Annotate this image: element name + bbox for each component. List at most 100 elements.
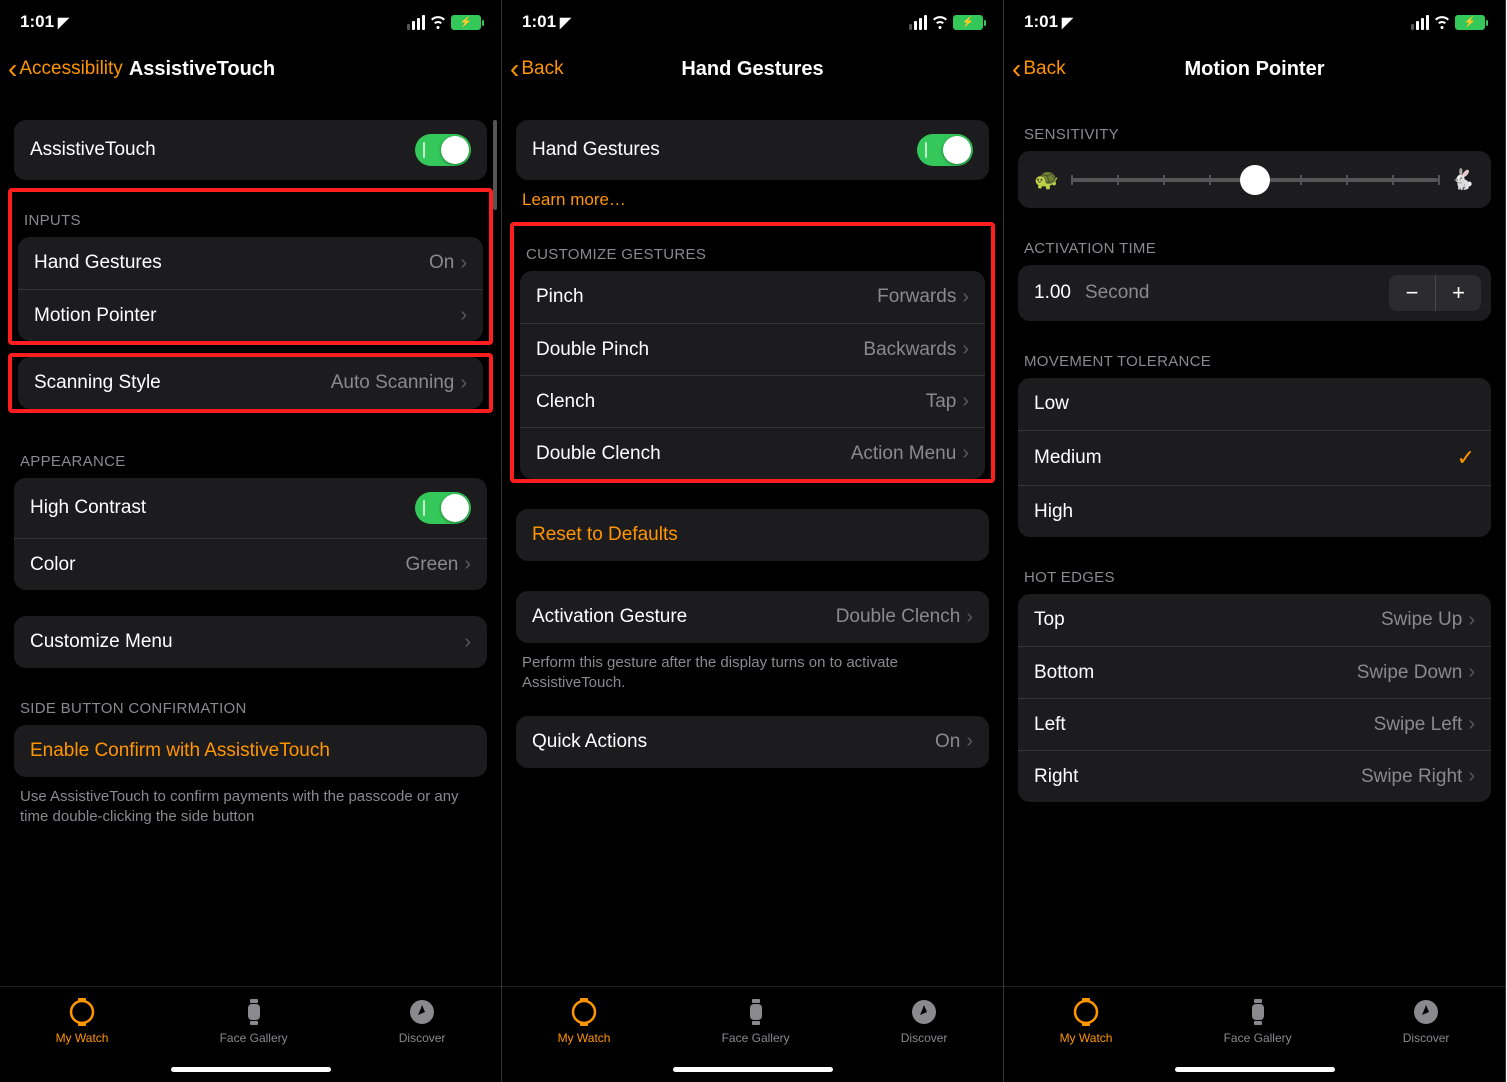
pinch-row[interactable]: Pinch Forwards› bbox=[520, 271, 985, 323]
page-title: AssistiveTouch bbox=[129, 58, 275, 81]
hand-gestures-row[interactable]: Hand Gestures On› bbox=[18, 237, 483, 289]
learn-more-link[interactable]: Learn more… bbox=[516, 180, 989, 214]
home-indicator[interactable] bbox=[673, 1067, 833, 1072]
screen-assistivetouch: 1:01 ◤ ⚡ ‹ Accessibility AssistiveTouch … bbox=[0, 0, 502, 1082]
compass-icon bbox=[909, 997, 939, 1027]
battery-icon: ⚡ bbox=[1455, 15, 1485, 30]
back-button[interactable]: ‹ Accessibility bbox=[8, 55, 123, 83]
chevron-right-icon: › bbox=[460, 304, 467, 327]
stepper-plus[interactable]: + bbox=[1435, 275, 1481, 311]
tolerance-low-row[interactable]: Low bbox=[1018, 378, 1491, 430]
tab-my-watch[interactable]: My Watch bbox=[56, 997, 109, 1045]
home-indicator[interactable] bbox=[171, 1067, 331, 1072]
scanning-style-row[interactable]: Scanning Style Auto Scanning› bbox=[18, 357, 483, 409]
back-button[interactable]: ‹ Back bbox=[510, 55, 564, 83]
tab-face-gallery[interactable]: Face Gallery bbox=[220, 997, 288, 1045]
tolerance-high-row[interactable]: High bbox=[1018, 485, 1491, 537]
tab-face-gallery[interactable]: Face Gallery bbox=[722, 997, 790, 1045]
customize-gestures-highlight-box: CUSTOMIZE GESTURES Pinch Forwards› Doubl… bbox=[510, 222, 995, 483]
slider-thumb[interactable] bbox=[1240, 165, 1270, 195]
tolerance-medium-row[interactable]: Medium ✓ bbox=[1018, 430, 1491, 485]
nav-bar: ‹ Back Hand Gestures bbox=[502, 44, 1003, 94]
tab-label: Face Gallery bbox=[1224, 1031, 1292, 1045]
watch-icon bbox=[569, 997, 599, 1027]
battery-icon: ⚡ bbox=[451, 15, 481, 30]
hot-edge-right-value: Swipe Right bbox=[1361, 766, 1462, 788]
double-clench-row[interactable]: Double Clench Action Menu› bbox=[520, 427, 985, 479]
double-clench-value: Action Menu bbox=[851, 443, 957, 465]
double-clench-label: Double Clench bbox=[536, 443, 661, 465]
chevron-right-icon: › bbox=[966, 730, 973, 753]
side-button-header: SIDE BUTTON CONFIRMATION bbox=[14, 668, 487, 725]
reset-defaults-row[interactable]: Reset to Defaults bbox=[516, 509, 989, 561]
toggle-on[interactable] bbox=[415, 492, 471, 524]
location-icon: ◤ bbox=[1062, 14, 1073, 31]
quick-actions-row[interactable]: Quick Actions On › bbox=[516, 716, 989, 768]
hot-edge-right-label: Right bbox=[1034, 766, 1078, 788]
chevron-right-icon: › bbox=[1468, 765, 1475, 788]
stepper-minus[interactable]: − bbox=[1389, 275, 1435, 311]
tortoise-icon: 🐢 bbox=[1034, 167, 1059, 192]
content-area: SENSITIVITY 🐢 🐇 ACTIVATIO bbox=[1004, 94, 1505, 986]
color-row[interactable]: Color Green› bbox=[14, 538, 487, 590]
reset-defaults-label: Reset to Defaults bbox=[532, 524, 678, 546]
chevron-right-icon: › bbox=[1468, 609, 1475, 632]
sensitivity-slider[interactable]: 🐢 🐇 bbox=[1018, 151, 1491, 208]
tolerance-low-label: Low bbox=[1034, 393, 1069, 415]
high-contrast-row[interactable]: High Contrast bbox=[14, 478, 487, 538]
chevron-left-icon: ‹ bbox=[1012, 55, 1021, 83]
inputs-header: INPUTS bbox=[18, 192, 483, 237]
hand-gestures-toggle-row[interactable]: Hand Gestures bbox=[516, 120, 989, 180]
tab-label: Discover bbox=[399, 1031, 446, 1045]
chevron-left-icon: ‹ bbox=[510, 55, 519, 83]
tab-discover[interactable]: Discover bbox=[901, 997, 948, 1045]
hot-edge-right-row[interactable]: Right Swipe Right › bbox=[1018, 750, 1491, 802]
cellular-icon bbox=[909, 15, 927, 30]
activation-gesture-row[interactable]: Activation Gesture Double Clench› bbox=[516, 591, 989, 643]
tab-my-watch[interactable]: My Watch bbox=[1060, 997, 1113, 1045]
screen-hand-gestures: 1:01 ◤ ⚡ ‹ Back Hand Gestures Hand Gestu… bbox=[502, 0, 1004, 1082]
battery-icon: ⚡ bbox=[953, 15, 983, 30]
toggle-on[interactable] bbox=[415, 134, 471, 166]
hare-icon: 🐇 bbox=[1450, 167, 1475, 192]
scroll-indicator bbox=[493, 120, 497, 210]
status-time: 1:01 bbox=[20, 12, 54, 32]
enable-confirm-row[interactable]: Enable Confirm with AssistiveTouch bbox=[14, 725, 487, 777]
assistivetouch-toggle-row[interactable]: AssistiveTouch bbox=[14, 120, 487, 180]
clench-row[interactable]: Clench Tap› bbox=[520, 375, 985, 427]
quick-actions-label: Quick Actions bbox=[532, 731, 647, 753]
hot-edge-left-row[interactable]: Left Swipe Left› bbox=[1018, 698, 1491, 750]
chevron-right-icon: › bbox=[962, 390, 969, 413]
chevron-right-icon: › bbox=[966, 606, 973, 629]
back-label: Accessibility bbox=[19, 58, 122, 80]
hot-edge-left-label: Left bbox=[1034, 714, 1066, 736]
home-indicator[interactable] bbox=[1175, 1067, 1335, 1072]
back-button[interactable]: ‹ Back bbox=[1012, 55, 1066, 83]
hot-edge-top-value: Swipe Up bbox=[1381, 609, 1462, 631]
hand-gestures-toggle-label: Hand Gestures bbox=[532, 139, 660, 161]
tab-bar: My Watch Face Gallery Discover bbox=[0, 986, 501, 1082]
activation-gesture-value: Double Clench bbox=[836, 606, 961, 628]
toggle-on[interactable] bbox=[917, 134, 973, 166]
chevron-right-icon: › bbox=[962, 286, 969, 309]
activation-time-unit: Second bbox=[1085, 282, 1149, 304]
hot-edge-bottom-row[interactable]: Bottom Swipe Down› bbox=[1018, 646, 1491, 698]
tab-discover[interactable]: Discover bbox=[1403, 997, 1450, 1045]
wifi-icon bbox=[931, 15, 949, 29]
motion-pointer-row[interactable]: Motion Pointer › bbox=[18, 289, 483, 341]
hot-edges-header: HOT EDGES bbox=[1018, 537, 1491, 594]
tab-discover[interactable]: Discover bbox=[399, 997, 446, 1045]
double-pinch-row[interactable]: Double Pinch Backwards› bbox=[520, 323, 985, 375]
slider-track[interactable] bbox=[1071, 178, 1438, 182]
motion-pointer-label: Motion Pointer bbox=[34, 305, 157, 327]
hot-edge-top-row[interactable]: Top Swipe Up› bbox=[1018, 594, 1491, 646]
quick-actions-value: On bbox=[935, 731, 960, 753]
customize-menu-row[interactable]: Customize Menu › bbox=[14, 616, 487, 668]
wifi-icon bbox=[1433, 15, 1451, 29]
tab-my-watch[interactable]: My Watch bbox=[558, 997, 611, 1045]
tab-label: My Watch bbox=[1060, 1031, 1113, 1045]
double-pinch-label: Double Pinch bbox=[536, 339, 649, 361]
tab-face-gallery[interactable]: Face Gallery bbox=[1224, 997, 1292, 1045]
high-contrast-label: High Contrast bbox=[30, 497, 146, 519]
face-gallery-icon bbox=[741, 997, 771, 1027]
